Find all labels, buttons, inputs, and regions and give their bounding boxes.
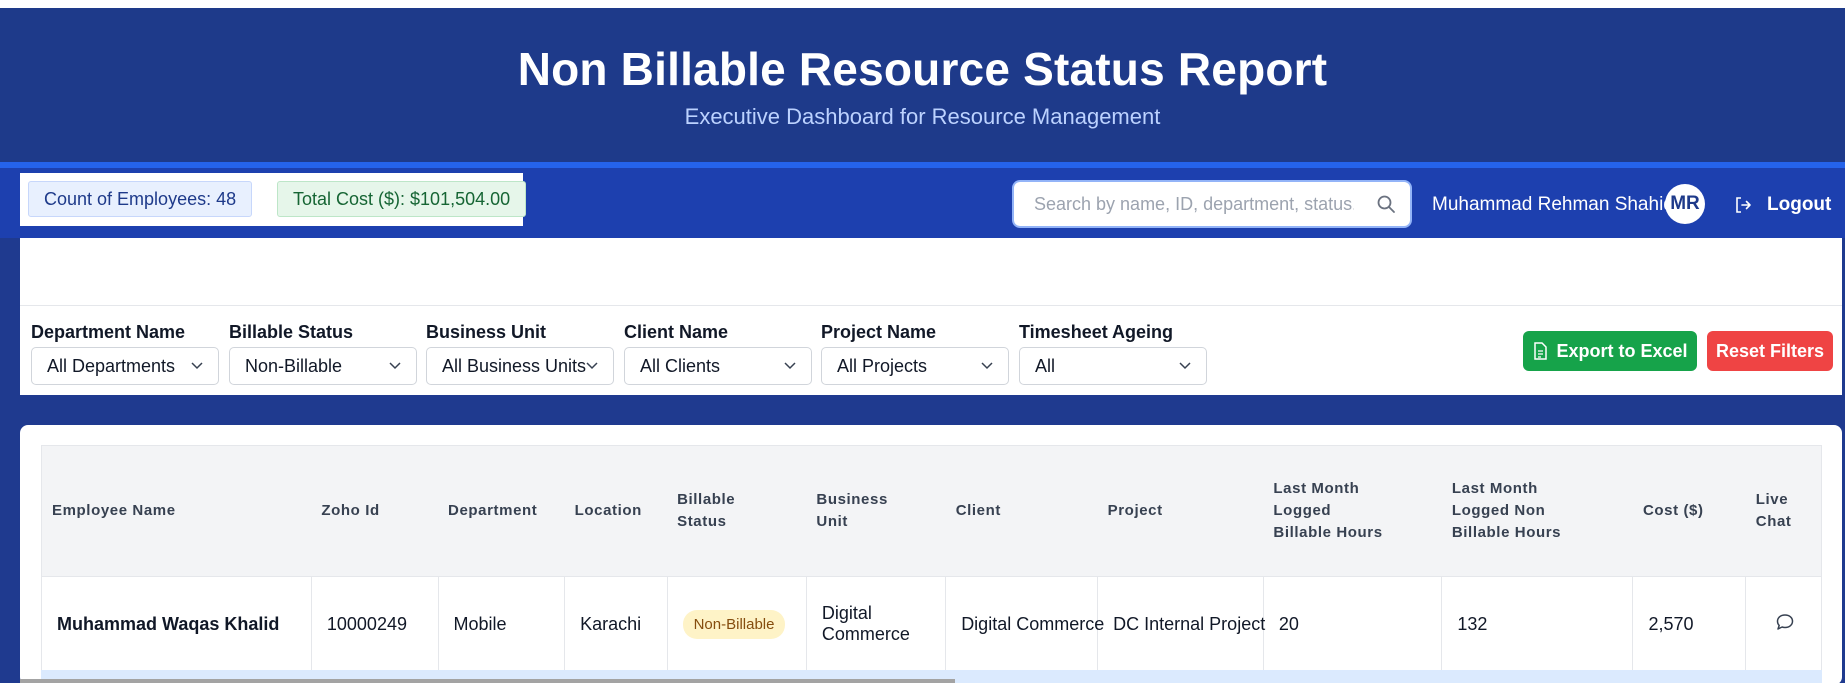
business-unit-select[interactable]: All Business Units: [426, 347, 614, 385]
filter-billable-status: Billable Status Non-Billable: [229, 322, 417, 385]
table-header-row: Employee Name Zoho Id Department Locatio…: [42, 446, 1821, 577]
chevron-down-icon: [389, 362, 401, 370]
column-header[interactable]: Billable Status: [667, 446, 807, 577]
department-select-value: All Departments: [47, 356, 176, 376]
client-cell: Digital Commerce: [945, 576, 1104, 672]
column-header[interactable]: Cost ($): [1632, 446, 1746, 577]
cost-cell: 2,570: [1632, 576, 1747, 672]
filter-client-name: Client Name All Clients: [624, 322, 812, 385]
project-select[interactable]: All Projects: [821, 347, 1009, 385]
column-header[interactable]: Live Chat: [1745, 446, 1821, 577]
filter-project-name: Project Name All Projects: [821, 322, 1009, 385]
top-strip: [0, 0, 1845, 8]
chevron-down-icon: [784, 362, 796, 370]
column-header[interactable]: Location: [564, 446, 668, 577]
reset-button-label: Reset Filters: [1715, 340, 1825, 361]
column-header[interactable]: Last Month Logged Non Billable Hours: [1441, 446, 1633, 577]
employee-count-badge: Count of Employees: 48: [28, 181, 253, 217]
horizontal-scrollbar[interactable]: [20, 679, 955, 683]
billable-status-select[interactable]: Non-Billable: [229, 347, 417, 385]
client-select[interactable]: All Clients: [624, 347, 812, 385]
column-header[interactable]: Last Month Logged Billable Hours: [1263, 446, 1442, 577]
department-cell: Mobile: [438, 576, 566, 672]
document-icon: [1534, 342, 1548, 360]
logout-label: Logout: [1767, 194, 1832, 215]
billable-hours-cell: 20: [1263, 576, 1443, 672]
department-select[interactable]: All Departments: [31, 347, 219, 385]
logout-button[interactable]: Logout: [1733, 192, 1831, 218]
client-select-value: All Clients: [640, 356, 721, 376]
filter-label: Business Unit: [426, 322, 547, 342]
column-header[interactable]: Department: [438, 446, 565, 577]
column-header[interactable]: Business Unit: [806, 446, 946, 577]
filter-divider: [20, 305, 1842, 306]
chevron-down-icon: [586, 362, 598, 370]
search-icon[interactable]: [1376, 194, 1396, 214]
export-to-excel-button[interactable]: Export to Excel: [1523, 331, 1697, 371]
user-name: Muhammad Rehman Shahid: [1432, 194, 1674, 215]
filter-label: Timesheet Ageing: [1019, 322, 1174, 342]
report-header: Non Billable Resource Status Report Exec…: [0, 8, 1845, 164]
project-select-value: All Projects: [837, 356, 928, 376]
page-subtitle: Executive Dashboard for Resource Managem…: [684, 104, 1161, 129]
reset-filters-button[interactable]: Reset Filters: [1707, 331, 1833, 371]
timesheet-ageing-select[interactable]: All: [1019, 347, 1207, 385]
filter-label: Client Name: [624, 322, 729, 342]
search-box: [1012, 180, 1412, 228]
filter-business-unit: Business Unit All Business Units: [426, 322, 614, 385]
timesheet-ageing-select-value: All: [1035, 356, 1056, 376]
filter-label: Project Name: [821, 322, 937, 342]
resource-table: Employee Name Zoho Id Department Locatio…: [41, 445, 1822, 683]
billable-status-cell: Non-Billable: [667, 576, 807, 672]
business-unit-select-value: All Business Units: [442, 356, 587, 376]
employee-name-cell: Muhammad Waqas Khalid: [42, 576, 312, 672]
billable-status-select-value: Non-Billable: [245, 356, 343, 376]
chevron-down-icon: [191, 362, 203, 370]
search-input[interactable]: [1014, 182, 1354, 226]
project-cell: DC Internal Project: [1097, 576, 1265, 672]
column-header[interactable]: Zoho Id: [311, 446, 439, 577]
filter-label: Billable Status: [229, 322, 354, 342]
business-unit-cell: Digital Commerce: [806, 576, 947, 672]
export-button-label: Export to Excel: [1556, 340, 1688, 361]
filter-department: Department Name All Departments: [31, 322, 219, 385]
avatar[interactable]: MR: [1665, 184, 1705, 224]
table-row[interactable]: Muhammad Waqas Khalid 10000249 Mobile Ka…: [42, 576, 1821, 672]
filter-timesheet-ageing: Timesheet Ageing All: [1019, 322, 1207, 385]
chat-bubble-icon[interactable]: [1775, 612, 1795, 632]
page-title: Non Billable Resource Status Report: [517, 43, 1328, 95]
column-header[interactable]: Employee Name: [42, 446, 312, 577]
non-billable-hours-cell: 132: [1441, 576, 1634, 672]
column-header[interactable]: Client: [945, 446, 1098, 577]
filter-label: Department Name: [31, 322, 186, 342]
column-header[interactable]: Project: [1097, 446, 1264, 577]
status-badge: Non-Billable: [682, 609, 786, 639]
zoho-id-cell: 10000249: [311, 576, 439, 672]
total-cost-badge: Total Cost ($): $101,504.00: [277, 181, 527, 217]
live-chat-cell: [1746, 576, 1821, 672]
logout-icon: [1736, 197, 1751, 213]
chevron-down-icon: [1179, 362, 1191, 370]
location-cell: Karachi: [564, 576, 668, 672]
chevron-down-icon: [981, 362, 993, 370]
